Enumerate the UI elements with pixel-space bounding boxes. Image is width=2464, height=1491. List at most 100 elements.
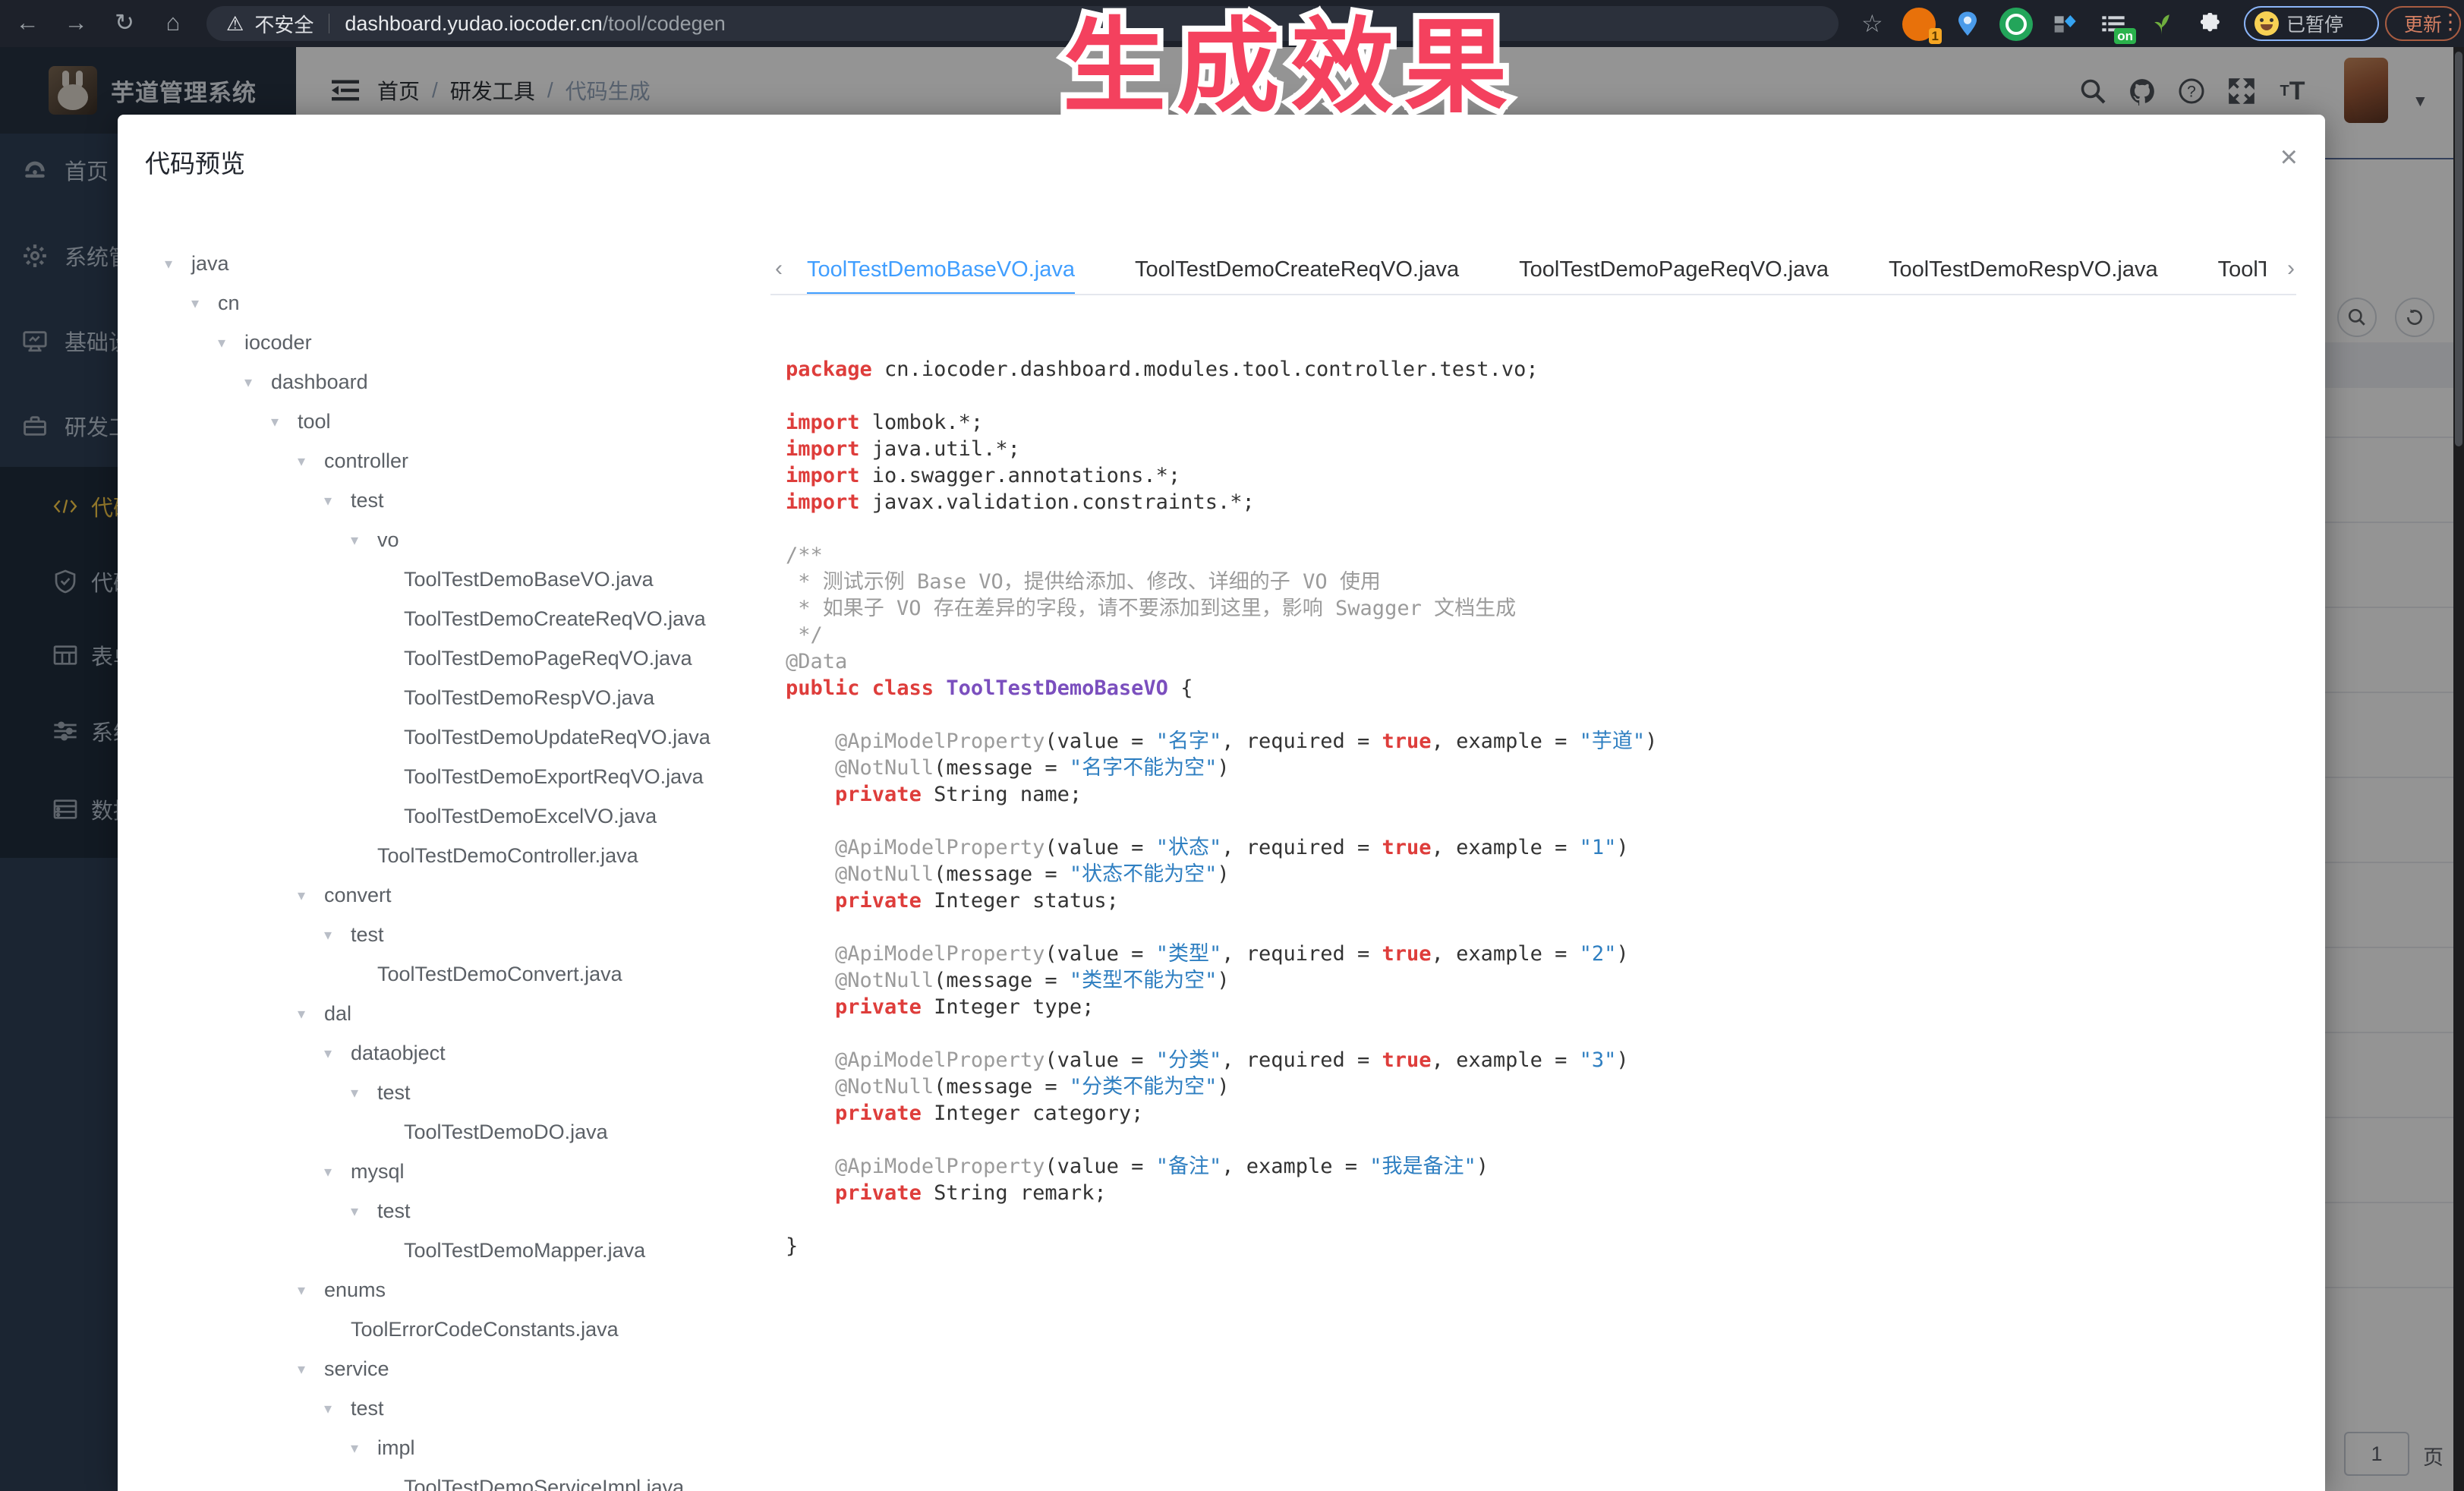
extension-badge-on: on xyxy=(2114,28,2136,44)
caret-down-icon[interactable]: ▾ xyxy=(191,294,218,313)
tree-folder[interactable]: ▾cn xyxy=(118,283,770,323)
file-tab[interactable]: ToolTestDemoRespVO.java xyxy=(1889,245,2158,294)
code-line: @NotNull(message = "名字不能为空") xyxy=(786,755,2296,781)
caret-down-icon[interactable]: ▾ xyxy=(351,1083,377,1102)
forward-icon[interactable]: → xyxy=(59,6,93,39)
tree-file[interactable]: ToolTestDemoCreateReqVO.java xyxy=(118,599,770,638)
file-tab[interactable]: ToolTestDemoBaseVO.java xyxy=(807,245,1075,294)
tree-node-label: convert xyxy=(324,884,392,907)
caret-down-icon[interactable]: ▾ xyxy=(324,1399,351,1418)
scrollbar-thumb[interactable] xyxy=(2455,52,2462,446)
caret-down-icon[interactable]: ▾ xyxy=(244,373,271,392)
tree-folder[interactable]: ▾test xyxy=(118,1073,770,1112)
tree-folder[interactable]: ▾controller xyxy=(118,441,770,481)
tree-node-label: dal xyxy=(324,1002,351,1026)
browser-scrollbar[interactable] xyxy=(2453,47,2464,1491)
bookmark-star-icon[interactable]: ☆ xyxy=(1861,9,1883,38)
code-line xyxy=(786,515,2296,542)
code-viewer[interactable]: package cn.iocoder.dashboard.modules.too… xyxy=(786,356,2296,1259)
code-line: @ApiModelProperty(value = "类型", required… xyxy=(786,941,2296,967)
profile-paused-chip[interactable]: 已暂停 xyxy=(2244,6,2379,41)
tree-folder[interactable]: ▾test xyxy=(118,1191,770,1231)
browser-menu-kebab-icon[interactable]: ⋮ xyxy=(2440,9,2461,34)
tree-file[interactable]: ToolTestDemoUpdateReqVO.java xyxy=(118,717,770,757)
extension-icon-pin[interactable] xyxy=(1951,8,1984,41)
tree-file[interactable]: ToolTestDemoPageReqVO.java xyxy=(118,638,770,678)
tree-node-label: test xyxy=(377,1199,411,1223)
tree-node-label: iocoder xyxy=(244,331,312,355)
extension-icon-green-circle[interactable] xyxy=(1999,8,2033,41)
extension-icon-diamond[interactable] xyxy=(2048,8,2081,41)
tree-file[interactable]: ToolTestDemoController.java xyxy=(118,836,770,875)
code-line: public class ToolTestDemoBaseVO { xyxy=(786,675,2296,701)
code-line xyxy=(786,1020,2296,1047)
code-line: @Data xyxy=(786,648,2296,675)
tree-folder[interactable]: ▾dal xyxy=(118,994,770,1033)
tree-folder[interactable]: ▾enums xyxy=(118,1270,770,1310)
caret-down-icon[interactable]: ▾ xyxy=(298,452,324,471)
file-tab[interactable]: ToolTe xyxy=(2218,245,2266,294)
caret-down-icon[interactable]: ▾ xyxy=(298,1281,324,1300)
tree-file[interactable]: ToolTestDemoRespVO.java xyxy=(118,678,770,717)
file-tab[interactable]: ToolTestDemoCreateReqVO.java xyxy=(1135,245,1459,294)
tree-file[interactable]: ToolTestDemoDO.java xyxy=(118,1112,770,1152)
caret-down-icon[interactable]: ▾ xyxy=(298,1004,324,1023)
caret-down-icon[interactable]: ▾ xyxy=(324,925,351,944)
tree-folder[interactable]: ▾java xyxy=(118,244,770,283)
caret-down-icon[interactable]: ▾ xyxy=(165,254,191,273)
tree-file[interactable]: ToolTestDemoExcelVO.java xyxy=(118,796,770,836)
file-tab[interactable]: ToolTestDemoPageReqVO.java xyxy=(1519,245,1829,294)
code-line: package cn.iocoder.dashboard.modules.too… xyxy=(786,356,2296,383)
code-line xyxy=(786,808,2296,834)
tree-folder[interactable]: ▾mysql xyxy=(118,1152,770,1191)
tree-folder[interactable]: ▾iocoder xyxy=(118,323,770,362)
tree-folder[interactable]: ▾dataobject xyxy=(118,1033,770,1073)
tree-folder[interactable]: ▾test xyxy=(118,915,770,954)
caret-down-icon[interactable]: ▾ xyxy=(324,491,351,510)
tree-file[interactable]: ToolErrorCodeConstants.java xyxy=(118,1310,770,1349)
tree-folder[interactable]: ▾dashboard xyxy=(118,362,770,402)
caret-down-icon[interactable]: ▾ xyxy=(271,412,298,431)
tree-folder[interactable]: ▾tool xyxy=(118,402,770,441)
caret-down-icon[interactable]: ▾ xyxy=(298,886,324,905)
tree-folder[interactable]: ▾impl xyxy=(118,1428,770,1467)
tree-folder[interactable]: ▾service xyxy=(118,1349,770,1389)
home-icon[interactable]: ⌂ xyxy=(156,6,190,39)
extension-badge: 1 xyxy=(1929,28,1942,44)
back-icon[interactable]: ← xyxy=(11,6,44,39)
tree-folder[interactable]: ▾test xyxy=(118,1389,770,1428)
caret-down-icon[interactable]: ▾ xyxy=(324,1162,351,1181)
code-line xyxy=(786,1127,2296,1153)
caret-down-icon[interactable]: ▾ xyxy=(298,1360,324,1379)
tree-file[interactable]: ToolTestDemoConvert.java xyxy=(118,954,770,994)
tree-file[interactable]: ToolTestDemoServiceImpl.java xyxy=(118,1467,770,1491)
extension-icon-plant[interactable] xyxy=(2145,8,2179,41)
caret-down-icon[interactable]: ▾ xyxy=(324,1044,351,1063)
tree-file[interactable]: ToolTestDemoExportReqVO.java xyxy=(118,757,770,796)
extension-icon-list-on[interactable]: on xyxy=(2097,8,2130,41)
extension-icon-orange[interactable]: 1 xyxy=(1902,8,1936,41)
tree-node-label: java xyxy=(191,252,229,276)
code-line xyxy=(786,1206,2296,1233)
not-secure-warning-icon[interactable]: ⚠ xyxy=(226,12,244,36)
screen: ← → ↻ ⌂ ⚠ 不安全 dashboard.yudao.iocoder.cn… xyxy=(0,0,2464,1491)
caret-down-icon[interactable]: ▾ xyxy=(218,333,244,352)
close-icon[interactable]: × xyxy=(2280,142,2298,172)
reload-icon[interactable]: ↻ xyxy=(108,6,141,39)
tree-file[interactable]: ToolTestDemoMapper.java xyxy=(118,1231,770,1270)
caret-down-icon[interactable]: ▾ xyxy=(351,1439,377,1458)
caret-down-icon[interactable]: ▾ xyxy=(351,531,377,550)
tree-file[interactable]: ToolTestDemoBaseVO.java xyxy=(118,560,770,599)
extensions-puzzle-icon[interactable] xyxy=(2194,8,2227,41)
caret-down-icon[interactable]: ▾ xyxy=(351,1202,377,1221)
code-line: private Integer category; xyxy=(786,1100,2296,1127)
tabs-scroll-right-icon[interactable]: › xyxy=(2287,256,2295,282)
tabs-scroll-left-icon[interactable]: ‹ xyxy=(775,256,783,282)
tree-node-label: test xyxy=(351,923,384,947)
tree-folder[interactable]: ▾test xyxy=(118,481,770,520)
address-bar[interactable]: ⚠ 不安全 dashboard.yudao.iocoder.cn/tool/co… xyxy=(206,6,1839,41)
tree-node-label: ToolTestDemoConvert.java xyxy=(377,963,622,986)
tree-folder[interactable]: ▾convert xyxy=(118,875,770,915)
tree-folder[interactable]: ▾vo xyxy=(118,520,770,560)
code-line: private Integer status; xyxy=(786,887,2296,914)
